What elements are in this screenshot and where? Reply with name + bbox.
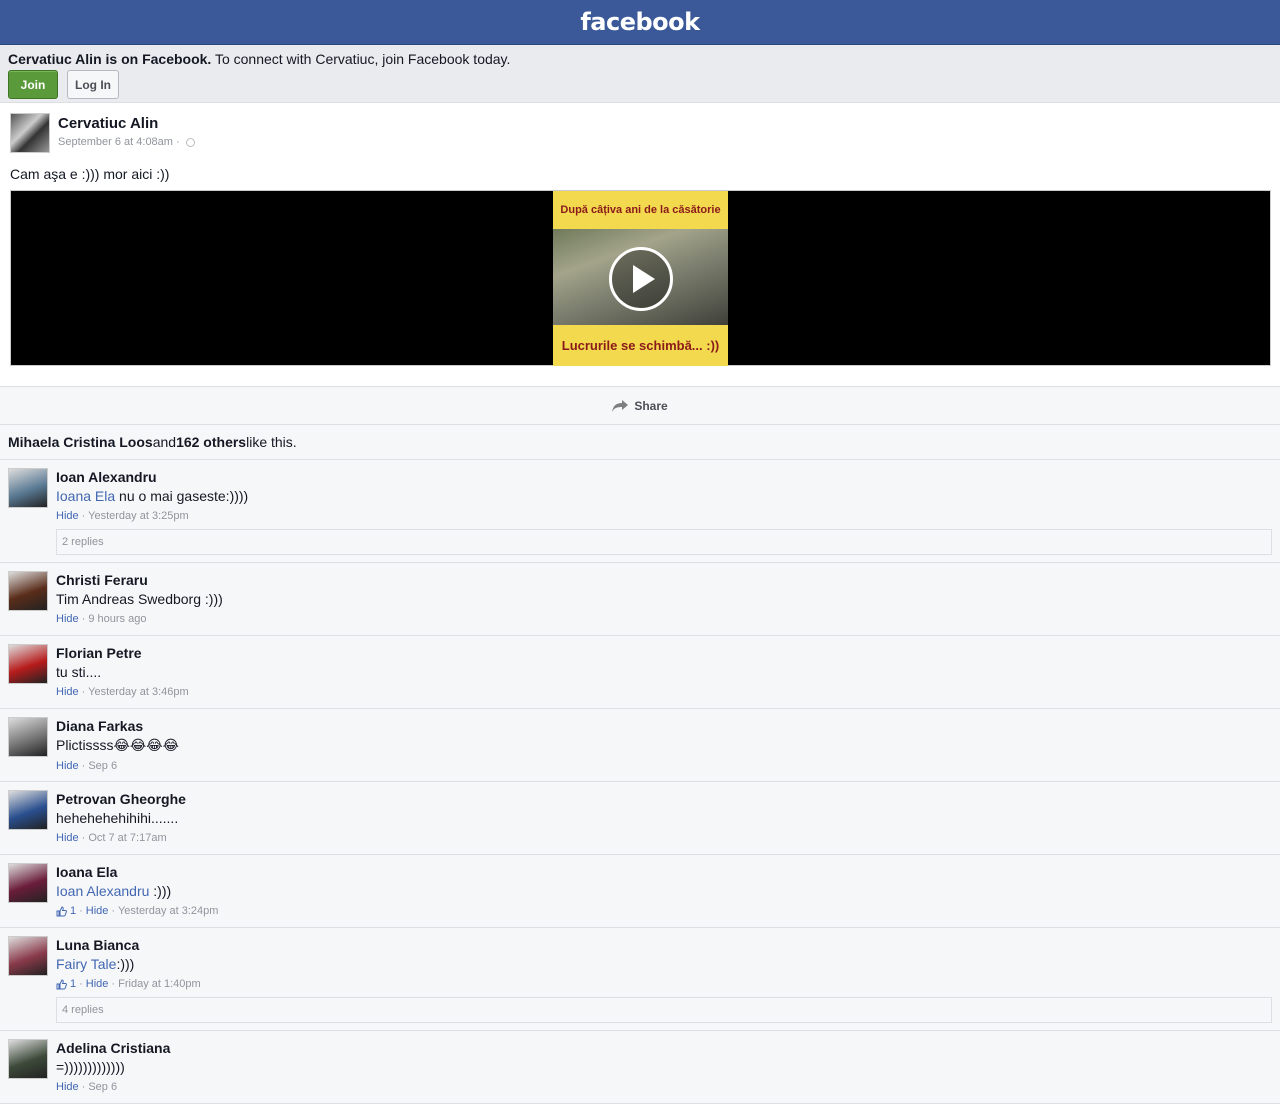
commenter-name[interactable]: Adelina Cristiana: [56, 1040, 1272, 1056]
video-caption-top: După câțiva ani de la căsătorie: [560, 204, 721, 216]
post-card: Cervatiuc Alin September 6 at 4:08am · C…: [0, 103, 1280, 387]
join-message: Cervatiuc Alin is on Facebook. To connec…: [8, 51, 1272, 67]
like-count[interactable]: 1: [70, 978, 76, 990]
comment-text: hehehehehihihi.......: [56, 810, 1272, 826]
likes-suffix: like this.: [246, 434, 297, 450]
replies-link[interactable]: 2 replies: [56, 529, 1272, 555]
commenter-name[interactable]: Ioan Alexandru: [56, 469, 1272, 485]
commenter-name[interactable]: Christi Feraru: [56, 572, 1272, 588]
commenter-name[interactable]: Diana Farkas: [56, 718, 1272, 734]
post-author[interactable]: Cervatiuc Alin: [58, 115, 195, 132]
share-label: Share: [634, 398, 668, 413]
hide-link[interactable]: Hide: [86, 978, 109, 990]
video-player[interactable]: După câțiva ani de la căsătorie Lucruril…: [10, 190, 1271, 366]
comment-item: Luna Bianca Fairy Tale:))) 1 · Hide · Friday …: [0, 928, 1280, 1031]
join-description: To connect with Cervatiuc, join Facebook…: [211, 51, 511, 67]
commenter-avatar[interactable]: [8, 936, 48, 976]
hide-link[interactable]: Hide: [56, 1081, 79, 1093]
likes-others[interactable]: 162 others: [176, 434, 246, 450]
comment-item: Ioana Ela Ioan Alexandru :))) 1 · Hide · Yest…: [0, 855, 1280, 928]
comment-timestamp[interactable]: · Sep 6: [82, 1081, 117, 1093]
hide-link[interactable]: Hide: [56, 686, 79, 698]
hide-link[interactable]: Hide: [56, 760, 79, 772]
post-timestamp[interactable]: September 6 at 4:08am ·: [58, 136, 180, 148]
comment-timestamp[interactable]: · Oct 7 at 7:17am: [82, 832, 167, 844]
comment-body: tu sti....: [56, 664, 102, 680]
comment-text: tu sti....: [56, 664, 1272, 680]
comment-item: Diana Farkas Plictissss😂😂😂😂 Hide · Sep 6: [0, 709, 1280, 782]
comment-text: =))))))))))))): [56, 1059, 1272, 1075]
commenter-avatar[interactable]: [8, 644, 48, 684]
comment-timestamp[interactable]: · Yesterday at 3:24pm: [111, 905, 218, 917]
likes-first-name[interactable]: Mihaela Cristina Loos: [8, 434, 153, 450]
commenter-avatar[interactable]: [8, 717, 48, 757]
join-button[interactable]: Join: [8, 70, 58, 99]
comment-item: Christi Feraru Tim Andreas Swedborg :))) H…: [0, 563, 1280, 636]
video-thumbnail: După câțiva ani de la căsătorie Lucruril…: [553, 191, 728, 366]
mention-link[interactable]: Ioan Alexandru: [56, 883, 149, 899]
comment-timestamp[interactable]: · Yesterday at 3:25pm: [82, 510, 189, 522]
comment-item: Florian Petre tu sti.... Hide · Yesterday a…: [0, 636, 1280, 709]
comment-text: Plictissss😂😂😂😂: [56, 737, 1272, 754]
commenter-name[interactable]: Petrovan Gheorghe: [56, 791, 1272, 807]
like-icon: [56, 905, 67, 916]
commenter-name[interactable]: Ioana Ela: [56, 864, 1272, 880]
commenter-avatar[interactable]: [8, 863, 48, 903]
commenter-avatar[interactable]: [8, 468, 48, 508]
hide-link[interactable]: Hide: [86, 905, 109, 917]
comment-timestamp[interactable]: · Friday at 1:40pm: [111, 978, 200, 990]
comment-timestamp[interactable]: · Sep 6: [82, 760, 117, 772]
comments-list: Ioan Alexandru Ioana Ela nu o mai gaseste…: [0, 460, 1280, 1104]
hide-link[interactable]: Hide: [56, 832, 79, 844]
facebook-logo[interactable]: facebook: [580, 8, 700, 36]
comment-text: Fairy Tale:))): [56, 956, 1272, 972]
commenter-name[interactable]: Florian Petre: [56, 645, 1272, 661]
likes-summary[interactable]: Mihaela Cristina Loos and 162 others lik…: [0, 425, 1280, 460]
comment-item: Adelina Cristiana =))))))))))))) Hide · Sep…: [0, 1031, 1280, 1104]
share-button[interactable]: Share: [0, 387, 1280, 425]
comment-body: =))))))))))))): [56, 1059, 125, 1075]
commenter-name[interactable]: Luna Bianca: [56, 937, 1272, 953]
login-button[interactable]: Log In: [67, 70, 119, 99]
play-icon[interactable]: [609, 247, 673, 311]
comment-timestamp[interactable]: · 9 hours ago: [82, 613, 147, 625]
comment-text: Ioan Alexandru :))): [56, 883, 1272, 899]
comment-body: :))): [116, 956, 135, 972]
like-icon: [56, 978, 67, 989]
meta-separator: ·: [79, 905, 83, 917]
like-count[interactable]: 1: [70, 905, 76, 917]
post-text: Cam aşa e :))) mor aici :)): [10, 166, 170, 182]
join-profile-name: Cervatiuc Alin is on Facebook.: [8, 51, 212, 67]
comment-body: :))): [149, 883, 172, 899]
video-caption-bottom: Lucrurile se schimbă... :)): [561, 338, 720, 353]
likes-and: and: [152, 434, 177, 450]
top-bar: facebook: [0, 0, 1280, 45]
comment-item: Ioan Alexandru Ioana Ela nu o mai gaseste…: [0, 460, 1280, 563]
comment-body: Tim Andreas Swedborg :))): [56, 591, 223, 607]
author-avatar[interactable]: [10, 113, 50, 153]
meta-separator: ·: [79, 978, 83, 990]
replies-link[interactable]: 4 replies: [56, 997, 1272, 1023]
commenter-avatar[interactable]: [8, 790, 48, 830]
mention-link[interactable]: Ioana Ela: [56, 488, 115, 504]
commenter-avatar[interactable]: [8, 1039, 48, 1079]
commenter-avatar[interactable]: [8, 571, 48, 611]
comment-text: Tim Andreas Swedborg :))): [56, 591, 1272, 607]
hide-link[interactable]: Hide: [56, 613, 79, 625]
join-banner: Cervatiuc Alin is on Facebook. To connec…: [0, 45, 1280, 103]
comment-item: Petrovan Gheorghe hehehehehihihi....... Hi…: [0, 782, 1280, 855]
globe-icon: [185, 137, 195, 147]
mention-link[interactable]: Fairy Tale: [56, 956, 116, 972]
share-icon: [612, 399, 629, 412]
comment-body: nu o mai gaseste:)))): [115, 488, 249, 504]
comment-text: Ioana Ela nu o mai gaseste:)))): [56, 488, 1272, 504]
comment-body: Plictissss😂😂😂😂: [56, 737, 179, 753]
comment-timestamp[interactable]: · Yesterday at 3:46pm: [82, 686, 189, 698]
hide-link[interactable]: Hide: [56, 510, 79, 522]
comment-body: hehehehehihihi.......: [56, 810, 179, 826]
